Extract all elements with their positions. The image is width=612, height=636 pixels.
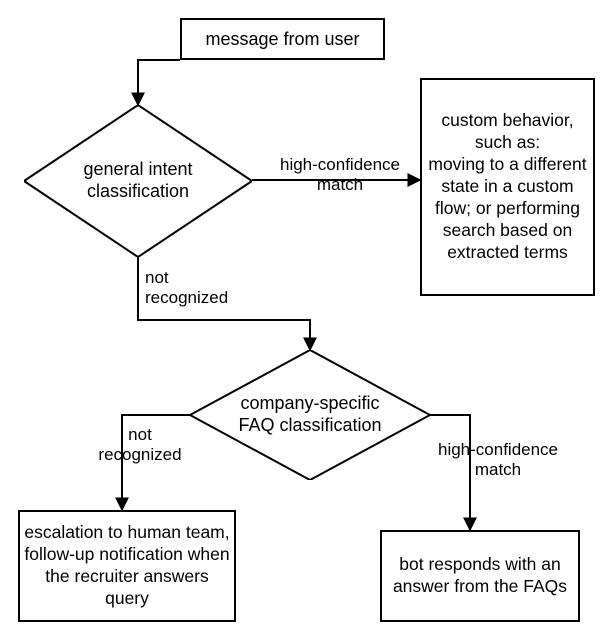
- edge-label-faq-escal: notrecognized: [90, 425, 190, 464]
- node-faqans-label: bot responds with an answer from the FAQ…: [386, 554, 574, 598]
- node-custom: custom behavior, such as:moving to a dif…: [420, 78, 595, 296]
- node-intent: general intent classification: [24, 105, 252, 257]
- node-start: message from user: [180, 18, 385, 60]
- node-escal-label: escalation to human team, follow-up noti…: [24, 522, 230, 610]
- edge-label-intent-faq: notrecognized: [145, 268, 245, 307]
- node-escal: escalation to human team, follow-up noti…: [18, 510, 236, 622]
- node-faq-label: company-specific FAQ classification: [190, 350, 430, 480]
- edge-start-intent: [138, 60, 180, 105]
- flowchart-canvas: message from user general intent classif…: [0, 0, 612, 636]
- node-custom-label: custom behavior, such as:moving to a dif…: [426, 110, 589, 263]
- node-faq: company-specific FAQ classification: [190, 350, 430, 480]
- edge-label-intent-custom: high-confidencematch: [260, 155, 420, 194]
- node-start-label: message from user: [205, 28, 359, 51]
- node-intent-label: general intent classification: [24, 105, 252, 257]
- edge-label-faq-faqans: high-confidencematch: [418, 440, 578, 479]
- node-faqans: bot responds with an answer from the FAQ…: [380, 530, 580, 622]
